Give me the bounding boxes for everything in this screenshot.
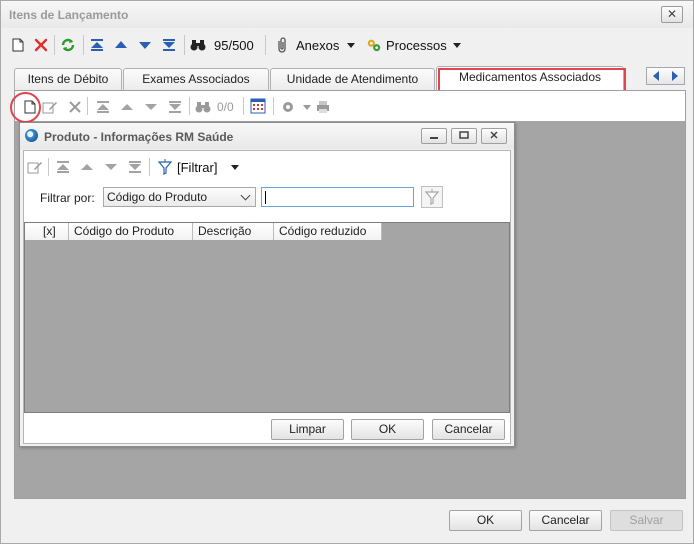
filter-field-select[interactable]: Código do Produto [103,187,256,207]
toolbar-separator [189,97,190,115]
print-icon [315,99,331,115]
gears-icon[interactable] [366,37,382,53]
remove-icon [67,99,83,115]
sub-toolbar: 0/0 [15,91,685,121]
tab-itens-debito[interactable]: Itens de Débito [14,68,122,90]
last-item-icon [167,99,183,115]
processos-menu[interactable]: Processos [386,38,447,53]
grid-col-select[interactable]: [x] [25,223,69,240]
anexos-menu[interactable]: Anexos [296,38,339,53]
dialog-cancel-button[interactable]: Cancelar [432,419,505,440]
toolbar-separator [273,97,274,115]
refresh-icon[interactable] [60,37,76,53]
filter-field-value: Código do Produto [107,190,208,204]
anexos-dropdown-icon[interactable] [347,43,355,48]
binoculars-disabled-icon [195,99,211,115]
last-record-icon[interactable] [161,37,177,53]
delete-icon[interactable] [33,37,49,53]
next-item-icon [103,159,119,175]
clear-button[interactable]: Limpar [271,419,344,440]
previous-item-icon [119,99,135,115]
grid-header: [x] Código do Produto Descrição Código r… [25,223,382,240]
actions-gear-icon [281,99,297,115]
text-cursor [265,191,266,204]
window-close-button[interactable]: ✕ [661,6,683,23]
tab-scroll-arrows[interactable] [646,67,685,85]
previous-record-icon[interactable] [113,37,129,53]
filter-dropdown-icon[interactable] [231,165,239,170]
save-button: Salvar [610,510,683,531]
toolbar-separator [184,35,185,55]
maximize-button[interactable] [451,128,477,144]
toolbar-separator [87,97,88,115]
first-record-icon[interactable] [89,37,105,53]
dialog-ok-button[interactable]: OK [351,419,424,440]
dialog-close-button[interactable] [481,128,507,144]
grid-view-icon[interactable] [250,98,266,114]
edit-icon [27,159,43,175]
grid-col-codigo-reduzido[interactable]: Código reduzido [274,223,382,240]
record-counter: 95/500 [214,38,254,53]
next-record-icon[interactable] [137,37,153,53]
new-icon[interactable] [10,37,26,53]
dialog-titlebar: Produto - Informações RM Saúde [20,123,514,149]
filter-menu[interactable]: [Filtrar] [177,160,217,175]
product-grid: [x] Código do Produto Descrição Código r… [24,222,510,413]
toolbar-separator [48,158,49,176]
tab-unidade-atendimento[interactable]: Unidade de Atendimento [270,68,435,90]
toolbar-separator [265,35,266,55]
apply-filter-icon [425,189,439,205]
filter-search-input[interactable] [261,187,414,207]
previous-item-icon [79,159,95,175]
first-item-icon [95,99,111,115]
toolbar-separator [83,35,84,55]
first-item-icon [55,159,71,175]
chevron-down-icon [240,190,251,201]
filter-by-label: Filtrar por: [40,191,95,205]
main-toolbar: 95/500 Anexos Processos [4,31,691,59]
processos-dropdown-icon[interactable] [453,43,461,48]
dialog-toolbar: [Filtrar] [24,151,510,183]
last-item-icon [127,159,143,175]
edit-icon [42,99,58,115]
window-title: Itens de Lançamento [9,8,129,22]
toolbar-separator [54,35,55,55]
maximize-icon [459,131,469,139]
minimize-button[interactable] [421,128,447,144]
grid-col-descricao[interactable]: Descrição [193,223,274,240]
paperclip-icon[interactable] [274,37,290,53]
item-counter: 0/0 [217,100,234,114]
close-icon [490,131,498,139]
binoculars-icon[interactable] [190,37,206,53]
produto-dialog: Produto - Informações RM Saúde [Filtrar]… [19,122,515,447]
dialog-body: [Filtrar] Filtrar por: Código do Produto [23,150,511,444]
dialog-title: Produto - Informações RM Saúde [44,130,234,144]
filter-row: Filtrar por: Código do Produto [24,185,510,211]
grid-col-codigo-produto[interactable]: Código do Produto [69,223,193,240]
actions-dropdown-icon [303,105,311,110]
lancamento-window: Itens de Lançamento ✕ 95/500 Anexos Proc… [0,0,694,544]
window-titlebar: Itens de Lançamento ✕ [1,1,693,28]
apply-filter-button[interactable] [421,186,443,208]
tab-highlight-box [438,68,626,92]
tab-scroll-arrows-icon [653,71,678,81]
new-button-highlight [10,92,41,123]
next-item-icon [143,99,159,115]
rm-saude-logo-icon [25,129,38,142]
toolbar-separator [243,97,244,115]
toolbar-separator [149,158,150,176]
cancel-button[interactable]: Cancelar [529,510,602,531]
minimize-icon [430,137,438,139]
filter-funnel-icon[interactable] [157,159,173,175]
ok-button[interactable]: OK [449,510,522,531]
tab-exames-associados[interactable]: Exames Associados [123,68,269,90]
